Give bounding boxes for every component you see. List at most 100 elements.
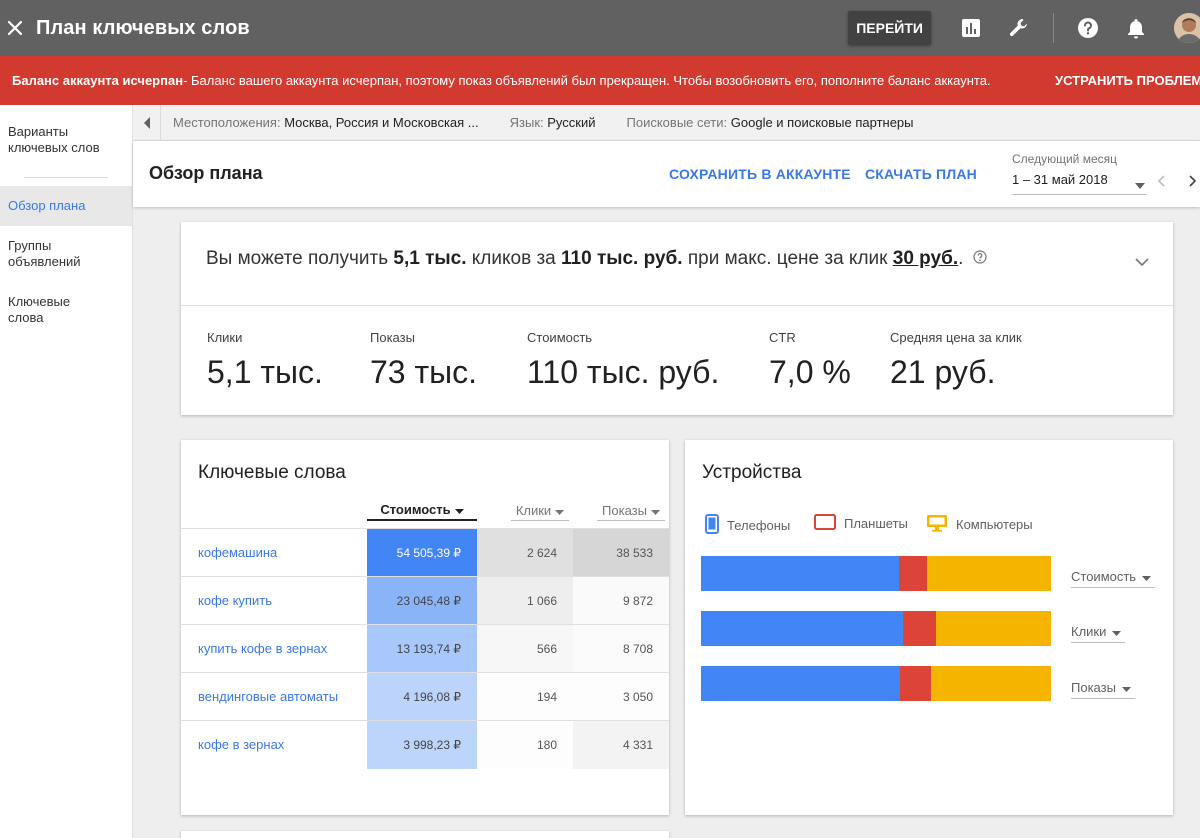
help-circle-icon[interactable] — [973, 248, 987, 270]
clicks-metric-select[interactable]: Клики — [1071, 621, 1126, 643]
bar-segment-computers — [935, 611, 1051, 646]
metric-value: 73 тыс. — [370, 354, 478, 390]
dropdown-arrow-icon — [1121, 680, 1131, 695]
keyword-link[interactable]: купить кофе в зернах — [198, 641, 327, 656]
column-header-label: Показы — [602, 502, 647, 518]
metric-label: Средняя цена за клик — [890, 330, 1022, 345]
nav-label: Обзор плана — [8, 198, 86, 213]
sentence-text: кликов за — [466, 248, 562, 270]
previous-period-icon[interactable] — [1151, 171, 1171, 191]
legend-label: Компьютеры — [956, 517, 1033, 532]
impressions-metric-select[interactable]: Показы — [1071, 677, 1135, 699]
forecast-sentence: Вы можете получить 5,1 тыс. кликов за 11… — [206, 248, 987, 270]
wrench-icon[interactable] — [1005, 14, 1033, 42]
metric-impressions: Показы 73 тыс. — [370, 330, 477, 391]
bar-segment-phones — [701, 611, 903, 646]
download-plan-button[interactable]: СКАЧАТЬ ПЛАН — [865, 166, 977, 182]
column-header-label: Стоимость — [380, 502, 451, 517]
nav-item-keyword-ideas[interactable]: Варианты ключевых слов — [0, 124, 132, 156]
clicks-device-bar — [701, 611, 1051, 646]
metric-label: CTR — [769, 330, 796, 345]
nav-item-keywords[interactable]: Ключевые слова — [0, 294, 132, 326]
max-cpc-link[interactable]: 30 руб. — [893, 248, 958, 269]
tablet-icon — [814, 514, 836, 533]
period-select[interactable]: 1 – 31 май 2018 — [1012, 171, 1147, 195]
cost-device-bar — [701, 556, 1051, 591]
keywords-card-title: Ключевые слова — [198, 462, 346, 483]
legend-phones[interactable]: Телефоны — [705, 514, 790, 537]
bar-segment-phones — [701, 556, 900, 591]
keyword-link[interactable]: кофемашина — [198, 545, 277, 560]
metric-cost: Стоимость 110 тыс. руб. — [527, 330, 719, 391]
language-filter[interactable]: Язык: Русский — [510, 115, 596, 130]
help-icon[interactable] — [1074, 14, 1102, 42]
nav-item-plan-overview[interactable]: Обзор плана — [0, 186, 132, 226]
table-row: купить кофе в зернах 13 193,74 ₽ 566 8 7… — [181, 624, 669, 673]
cost-cell: 54 505,39 ₽ — [367, 529, 477, 577]
metric-select-label: Показы — [1071, 680, 1116, 695]
period-value: 1 – 31 май 2018 — [1012, 172, 1108, 187]
keyword-link[interactable]: кофе в зернах — [198, 737, 284, 752]
column-header-label: Клики — [515, 502, 552, 518]
impressions-cell: 4 331 — [573, 721, 669, 769]
metric-value: 110 тыс. руб. — [527, 354, 720, 390]
sentence-cost: 110 тыс. руб. — [561, 248, 683, 270]
bell-icon[interactable] — [1122, 14, 1150, 42]
clicks-cell: 194 — [477, 673, 573, 721]
fix-problem-button[interactable]: УСТРАНИТЬ ПРОБЛЕМУ — [1055, 56, 1200, 105]
page-title: План ключевых слов — [36, 16, 250, 39]
alert-text: - Баланс вашего аккаунта исчерпан, поэто… — [183, 73, 991, 88]
table-row: вендинговые автоматы 4 196,08 ₽ 194 3 05… — [181, 672, 669, 721]
avatar[interactable] — [1174, 13, 1200, 43]
reports-icon[interactable] — [957, 14, 985, 42]
toolbar-divider — [1053, 13, 1054, 43]
column-header-cost[interactable]: Стоимость — [367, 500, 477, 521]
dropdown-arrow-icon — [650, 503, 660, 518]
bar-segment-phones — [701, 666, 901, 701]
impressions-cell: 3 050 — [573, 673, 669, 721]
sentence-text: Вы можете получить — [206, 248, 394, 270]
chevron-down-icon[interactable] — [1135, 254, 1149, 272]
filter-value: Google и поисковые партнеры — [730, 115, 914, 130]
legend-label: Телефоны — [727, 518, 791, 533]
plan-title: Обзор плана — [149, 163, 263, 183]
bar-segment-tablets — [899, 556, 928, 591]
nav-item-ad-groups[interactable]: Группы объявлений — [0, 238, 132, 270]
keywords-card: Ключевые слова Стоимость Клики Показы ко… — [181, 440, 669, 815]
bar-segment-computers — [927, 556, 1051, 591]
next-period-icon[interactable] — [1183, 171, 1200, 191]
filter-label: Местоположения: — [173, 115, 281, 130]
keyword-link[interactable]: кофе купить — [198, 593, 272, 608]
alert-title: Баланс аккаунта исчерпан — [12, 73, 184, 88]
nav-label: ключевых слов — [8, 140, 100, 155]
cost-metric-select[interactable]: Стоимость — [1071, 566, 1156, 588]
balance-alert: Баланс аккаунта исчерпан - Баланс вашего… — [0, 56, 1200, 105]
bar-segment-computers — [931, 666, 1051, 701]
keyword-link[interactable]: вендинговые автоматы — [198, 689, 338, 704]
column-header-impressions[interactable]: Показы — [597, 500, 665, 521]
left-navigation: Варианты ключевых слов Обзор плана Групп… — [0, 105, 133, 838]
card-divider — [181, 305, 1173, 306]
impressions-cell: 38 533 — [573, 529, 669, 577]
metric-label: Клики — [207, 330, 243, 345]
column-header-clicks[interactable]: Клики — [511, 500, 569, 521]
location-filter[interactable]: Местоположения: Москва, Россия и Московс… — [173, 115, 479, 130]
filter-value: Русский — [547, 115, 596, 130]
metric-ctr: CTR 7,0 % — [769, 330, 851, 391]
table-row: кофемашина 54 505,39 ₽ 2 624 38 533 — [181, 528, 669, 577]
close-icon[interactable] — [2, 15, 28, 41]
cost-cell: 23 045,48 ₽ — [367, 577, 477, 625]
cost-cell: 13 193,74 ₽ — [367, 625, 477, 673]
network-filter[interactable]: Поисковые сети: Google и поисковые партн… — [627, 115, 914, 130]
metric-clicks: Клики 5,1 тыс. — [207, 330, 323, 391]
save-to-account-button[interactable]: СОХРАНИТЬ В АККАУНТЕ — [669, 166, 851, 182]
collapse-arrow-icon[interactable] — [133, 104, 161, 141]
next-card — [181, 831, 669, 838]
metric-value: 5,1 тыс. — [207, 354, 323, 390]
legend-computers[interactable]: Компьютеры — [926, 514, 1033, 535]
period-label: Следующий месяц — [1012, 152, 1117, 166]
legend-tablets[interactable]: Планшеты — [814, 514, 908, 533]
sort-down-icon — [454, 502, 464, 517]
go-button[interactable]: ПЕРЕЙТИ — [848, 11, 931, 45]
sentence-text: при макс. цене за клик — [682, 248, 893, 270]
